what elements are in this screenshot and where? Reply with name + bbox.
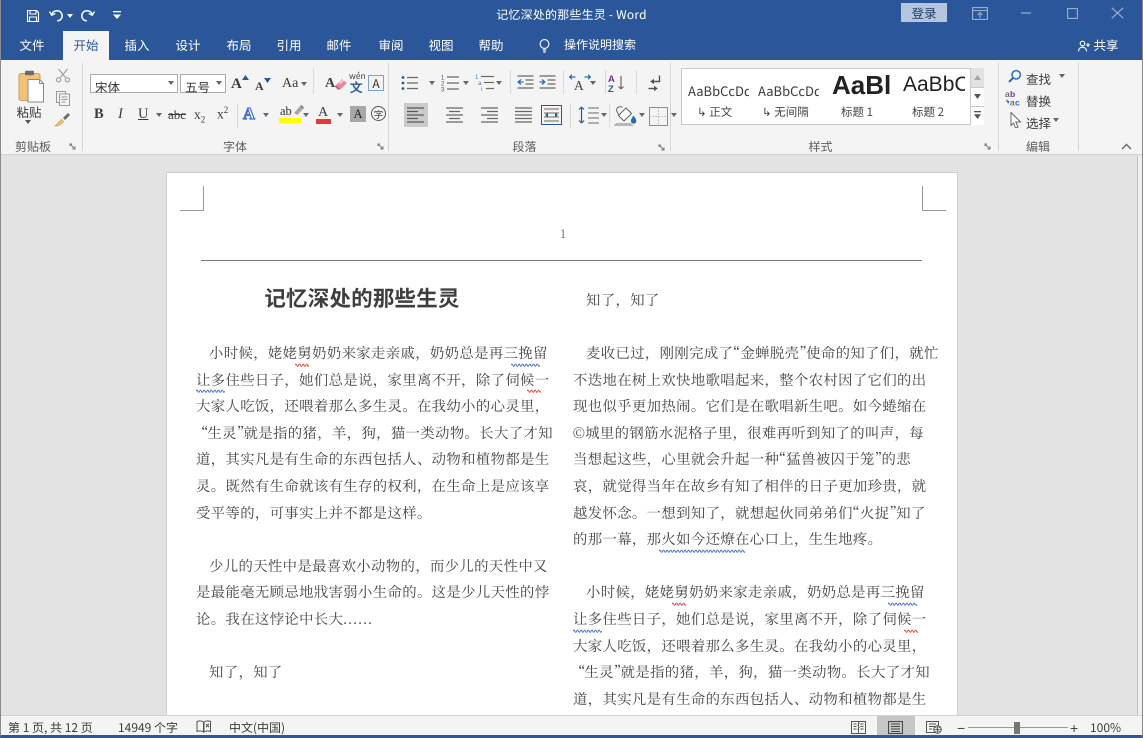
- svg-text:i: i: [481, 87, 482, 92]
- svg-text:Z: Z: [608, 84, 614, 93]
- svg-text:3: 3: [441, 88, 445, 93]
- svg-text:A: A: [574, 78, 584, 93]
- svg-text:c: c: [1015, 98, 1020, 107]
